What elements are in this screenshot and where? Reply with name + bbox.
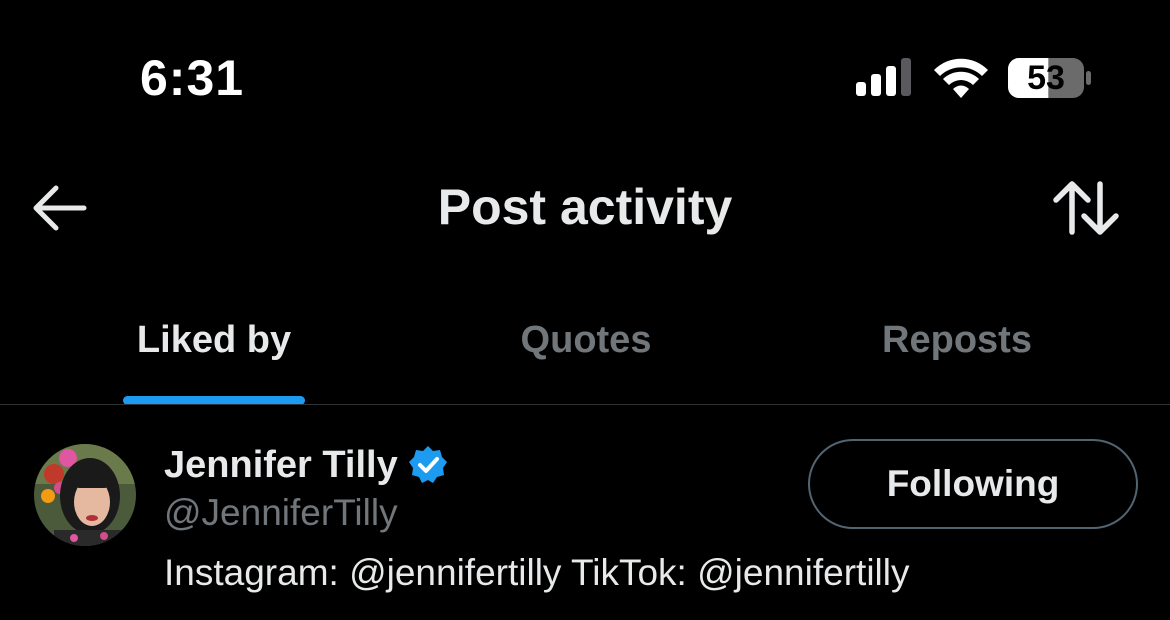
- verified-badge-icon: [408, 446, 447, 483]
- page-title: Post activity: [437, 179, 733, 235]
- user-bio: Instagram: @jennifertilly TikTok: @jenni…: [164, 552, 910, 593]
- user-display-name[interactable]: Jennifer Tilly: [164, 440, 398, 490]
- tabs-divider: [0, 404, 1170, 405]
- wifi-icon: [934, 58, 988, 98]
- sort-arrows-icon[interactable]: [1050, 178, 1122, 238]
- battery-icon: 53: [1006, 56, 1092, 100]
- battery-level-text: 53: [1027, 59, 1065, 97]
- status-time: 6:31: [140, 50, 245, 106]
- signal-icon: [856, 58, 911, 96]
- following-button[interactable]: Following: [808, 439, 1138, 529]
- avatar[interactable]: [34, 444, 136, 546]
- tab-liked-by[interactable]: Liked by: [100, 314, 328, 366]
- user-handle[interactable]: @JenniferTilly: [164, 490, 398, 536]
- tab-quotes[interactable]: Quotes: [466, 314, 706, 366]
- user-name-row: Jennifer Tilly: [164, 440, 448, 490]
- tab-reposts[interactable]: Reposts: [830, 314, 1084, 366]
